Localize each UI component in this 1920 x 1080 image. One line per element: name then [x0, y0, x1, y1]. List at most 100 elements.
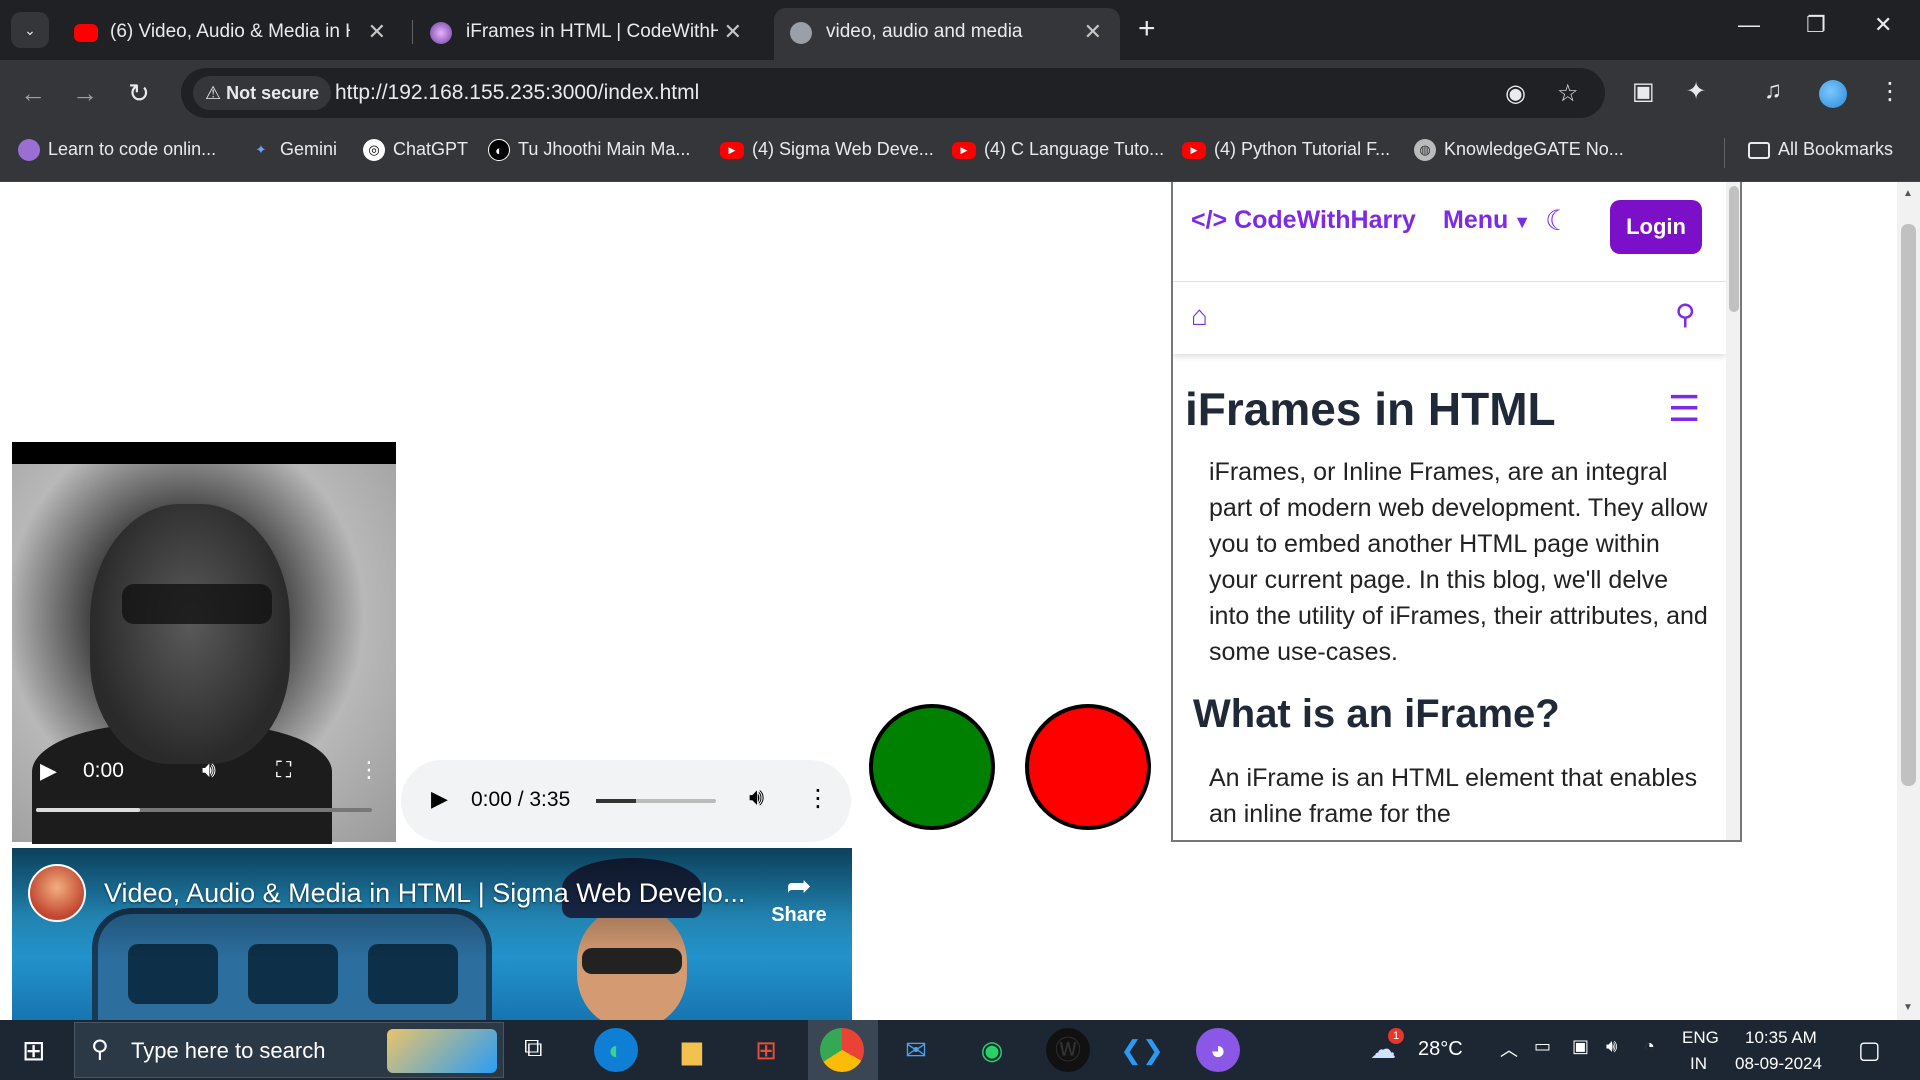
taskbar-search[interactable]: ⚲ Type here to search	[74, 1022, 504, 1078]
youtube-icon: ▶	[1182, 141, 1206, 159]
battery-icon[interactable]: ▭	[1534, 1036, 1551, 1057]
page-scrollbar[interactable]: ▲ ▼	[1897, 182, 1920, 1020]
mail-icon[interactable]: ✉	[894, 1028, 938, 1072]
all-bookmarks[interactable]: All Bookmarks	[1748, 139, 1893, 160]
tab-title: iFrames in HTML | CodeWithHa	[466, 21, 718, 42]
tab-separator	[412, 20, 413, 44]
notifications-icon[interactable]: ▢	[1858, 1036, 1881, 1065]
tab-search-button[interactable]: ⌄	[11, 12, 49, 48]
close-tab-icon[interactable]: ✕	[1084, 19, 1102, 45]
share-button[interactable]: ➦ Share	[764, 870, 834, 927]
youtube-video-title[interactable]: Video, Audio & Media in HTML | Sigma Web…	[104, 878, 745, 909]
audio-player[interactable]: ▶ 0:00 / 3:35 🔊︎ ⋮	[401, 760, 851, 842]
task-view-icon[interactable]: ⧉	[524, 1032, 543, 1064]
toolbar: ← → ↻ ⚠ Not secure http://192.168.155.23…	[0, 60, 1920, 124]
github-desktop-icon[interactable]: ◕	[1196, 1028, 1240, 1072]
search-icon[interactable]: ⚲	[1675, 298, 1696, 331]
close-tab-icon[interactable]: ✕	[724, 19, 742, 45]
scroll-up-arrow-icon[interactable]: ▲	[1903, 188, 1913, 199]
windows-taskbar: ⊞ ⚲ Type here to search ⧉ ◐ ▆ ⊞ ✉ ◉ Ⓦ ❮❯…	[0, 1020, 1920, 1080]
volume-icon[interactable]: 🔊︎	[202, 757, 216, 783]
search-highlight-illustration	[387, 1029, 497, 1073]
channel-avatar[interactable]	[28, 864, 86, 922]
windows-start-icon[interactable]: ⊞	[22, 1034, 45, 1067]
bookmark-item[interactable]: ◐ Tu Jhoothi Main Ma...	[488, 139, 690, 162]
scroll-down-arrow-icon[interactable]: ▼	[1903, 1002, 1913, 1013]
eye-off-icon[interactable]: ◉	[1505, 79, 1526, 108]
youtube-icon	[74, 24, 98, 42]
weather-temperature[interactable]: 28°C	[1418, 1038, 1463, 1061]
weather-badge: 1	[1388, 1028, 1404, 1044]
close-tab-icon[interactable]: ✕	[368, 19, 386, 45]
language-indicator[interactable]: ENG	[1682, 1028, 1719, 1048]
wifi-icon[interactable]: ◔	[1644, 1036, 1655, 1057]
whatsapp-icon[interactable]: ◉	[970, 1028, 1014, 1072]
more-options-icon[interactable]: ⋮	[358, 757, 380, 783]
edge-icon[interactable]: ◐	[594, 1028, 638, 1072]
minimize-button[interactable]: —	[1738, 12, 1760, 38]
extensions-icon[interactable]: ✦	[1686, 77, 1706, 106]
tab-codewithharry[interactable]: iFrames in HTML | CodeWithHa ✕	[414, 8, 760, 60]
clock-date[interactable]: 08-09-2024	[1735, 1054, 1822, 1074]
picture-in-picture-icon[interactable]: ▣	[1632, 77, 1655, 106]
hamburger-icon[interactable]: ☰	[1668, 388, 1700, 430]
profile-avatar[interactable]	[1819, 80, 1847, 108]
media-control-icon[interactable]: ♫	[1764, 77, 1782, 105]
file-explorer-icon[interactable]: ▆	[670, 1028, 714, 1072]
scroll-thumb[interactable]	[1729, 186, 1739, 312]
volume-icon[interactable]: 🔊︎	[749, 784, 764, 812]
speaker-icon[interactable]: 🔊︎	[1606, 1036, 1617, 1057]
bookmark-item[interactable]: ▶ (4) Sigma Web Deve...	[720, 139, 934, 160]
more-menu-icon[interactable]: ⋮	[1878, 77, 1902, 106]
youtube-embed[interactable]: Video, Audio & Media in HTML | Sigma Web…	[12, 848, 852, 1020]
forward-button[interactable]: →	[72, 78, 98, 109]
wordpress-icon[interactable]: Ⓦ	[1046, 1028, 1090, 1072]
caret-down-icon: ▼	[1508, 212, 1532, 232]
restore-button[interactable]: ❐	[1806, 12, 1826, 38]
music-disc-icon: ◐	[488, 139, 510, 162]
codewithharry-iframe[interactable]: </> CodeWithHarry Menu ▼ ☾ Login ⌂ ⚲ iFr…	[1171, 182, 1742, 842]
scroll-thumb[interactable]	[1901, 224, 1916, 786]
clock-time[interactable]: 10:35 AM	[1745, 1028, 1817, 1048]
dark-mode-icon[interactable]: ☾	[1545, 204, 1570, 237]
microsoft-store-icon[interactable]: ⊞	[744, 1028, 788, 1072]
bookmark-item[interactable]: ◍ KnowledgeGATE No...	[1414, 139, 1624, 162]
device-icon[interactable]: ▣	[1572, 1036, 1589, 1057]
star-icon[interactable]: ☆	[1557, 79, 1579, 108]
video-progress-bar[interactable]	[36, 808, 372, 812]
play-icon[interactable]: ▶	[431, 786, 448, 812]
reload-button[interactable]: ↻	[128, 78, 150, 109]
back-button[interactable]: ←	[20, 78, 46, 109]
globe-icon	[790, 22, 812, 44]
codewithharry-avatar-icon	[430, 22, 452, 44]
security-chip[interactable]: ⚠ Not secure	[193, 76, 332, 110]
bookmark-item[interactable]: Learn to code onlin...	[18, 139, 216, 162]
tab-video-audio-media[interactable]: video, audio and media ✕	[774, 8, 1120, 60]
close-window-button[interactable]: ✕	[1874, 12, 1892, 38]
audio-progress-bar[interactable]	[596, 799, 716, 803]
vscode-icon[interactable]: ❮❯	[1120, 1028, 1164, 1072]
new-tab-button[interactable]: +	[1138, 12, 1156, 46]
bookmark-item[interactable]: ◎ ChatGPT	[363, 139, 468, 162]
chrome-icon[interactable]	[820, 1028, 864, 1072]
youtube-icon: ▶	[952, 141, 976, 159]
audio-progress-fill	[596, 799, 636, 803]
bookmark-item[interactable]: ▶ (4) Python Tutorial F...	[1182, 139, 1390, 160]
bookmark-item[interactable]: ▶ (4) C Language Tuto...	[952, 139, 1164, 160]
tab-youtube[interactable]: (6) Video, Audio & Media in HT ✕	[58, 8, 404, 60]
youtube-icon: ▶	[720, 141, 744, 159]
bookmark-item[interactable]: ✦ Gemini	[250, 139, 337, 161]
address-bar[interactable]: ⚠ Not secure http://192.168.155.235:3000…	[181, 68, 1605, 118]
url-text[interactable]: http://192.168.155.235:3000/index.html	[335, 81, 699, 105]
chevron-up-icon[interactable]: ︿	[1500, 1036, 1518, 1062]
cwh-logo[interactable]: </> CodeWithHarry	[1191, 206, 1416, 235]
play-icon[interactable]: ▶	[40, 758, 57, 784]
video-player[interactable]: ▶ 0:00 🔊︎ ⛶ ⋮	[12, 442, 396, 844]
login-button[interactable]: Login	[1610, 200, 1702, 254]
home-icon[interactable]: ⌂	[1191, 300, 1208, 332]
iframe-scrollbar[interactable]	[1726, 182, 1740, 840]
cwh-header: </> CodeWithHarry Menu ▼ ☾ Login	[1173, 182, 1726, 282]
cwh-menu-button[interactable]: Menu ▼	[1443, 206, 1531, 235]
fullscreen-icon[interactable]: ⛶	[276, 757, 291, 783]
more-options-icon[interactable]: ⋮	[806, 784, 830, 813]
